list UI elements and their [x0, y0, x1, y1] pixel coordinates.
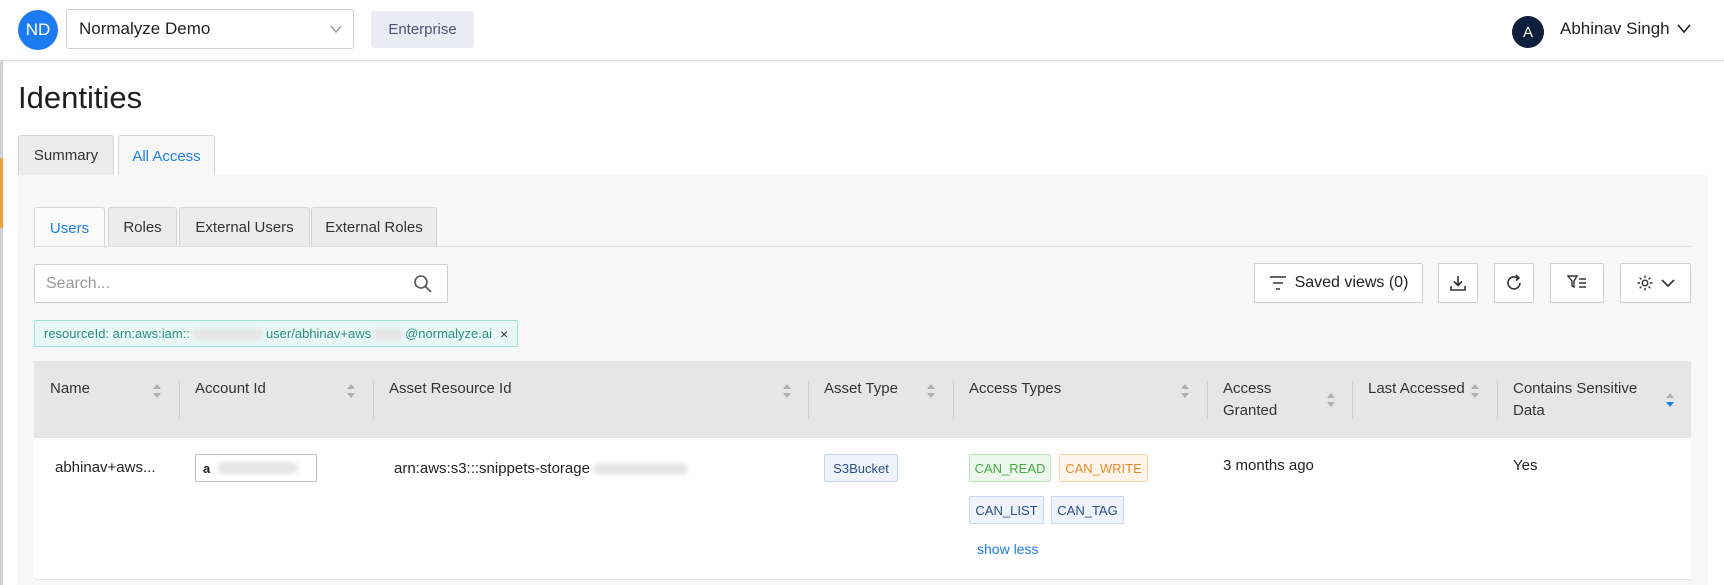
column-divider — [1352, 381, 1353, 419]
access-type-tag: CAN_READ — [969, 454, 1051, 482]
column-header-contains-sensitive-data[interactable]: Contains Sensitive Data — [1513, 378, 1637, 422]
left-accent — [0, 158, 3, 228]
search-icon[interactable] — [413, 274, 433, 294]
redacted-account-id — [218, 462, 299, 474]
column-header-access-granted[interactable]: Access Granted — [1223, 378, 1277, 422]
column-header-asset-resource-id[interactable]: Asset Resource Id — [389, 378, 512, 400]
chevron-down-icon — [330, 25, 342, 34]
column-header-last-accessed[interactable]: Last Accessed — [1368, 378, 1465, 400]
sort-icon[interactable] — [152, 383, 162, 399]
filter-options-button[interactable] — [1550, 263, 1604, 303]
sort-icon[interactable] — [1470, 383, 1480, 399]
sort-icon[interactable] — [926, 383, 936, 399]
amazon-logo-icon: a — [203, 460, 211, 476]
access-type-tag: CAN_TAG — [1051, 496, 1124, 524]
subtab-users[interactable]: Users — [34, 207, 105, 248]
subtab-external-users[interactable]: External Users — [179, 207, 310, 247]
column-divider — [373, 381, 374, 419]
remove-filter-button[interactable]: × — [500, 326, 508, 342]
table-body: abhinav+aws... a arn:aws:s3:::snippets-s… — [34, 438, 1691, 580]
column-header-account-id[interactable]: Account Id — [195, 378, 266, 400]
column-divider — [1497, 381, 1498, 419]
access-type-tag: CAN_WRITE — [1059, 454, 1148, 482]
redacted-text — [192, 327, 263, 340]
chevron-down-icon — [1660, 279, 1675, 288]
table-header: Name Account Id Asset Resource Id Asset … — [34, 361, 1691, 438]
cell-account-id[interactable]: a — [195, 454, 317, 482]
column-divider — [808, 381, 809, 419]
subtab-roles[interactable]: Roles — [108, 207, 177, 247]
column-divider — [179, 381, 180, 419]
cell-asset-resource-id[interactable]: arn:aws:s3:::snippets-storage — [394, 460, 688, 477]
cell-name[interactable]: abhinav+aws... — [55, 459, 155, 476]
search-box — [34, 264, 448, 303]
column-header-name[interactable]: Name — [50, 378, 90, 400]
gear-icon — [1637, 275, 1652, 291]
user-name[interactable]: Abhinav Singh — [1560, 19, 1670, 39]
saved-views-button[interactable]: Saved views (0) — [1254, 263, 1423, 303]
column-header-asset-type[interactable]: Asset Type — [824, 378, 898, 400]
subtab-divider — [34, 246, 1691, 247]
sort-icon[interactable] — [346, 383, 356, 399]
show-less-link[interactable]: show less — [977, 541, 1038, 557]
column-divider — [1207, 381, 1208, 419]
sort-icon[interactable] — [1326, 392, 1336, 408]
filter-chip-label-tail-1: user/abhinav+aws — [265, 326, 372, 341]
download-button[interactable] — [1438, 263, 1478, 303]
column-header-access-types[interactable]: Access Types — [969, 378, 1061, 400]
refresh-icon — [1507, 274, 1521, 290]
asset-type-tag: S3Bucket — [824, 454, 898, 482]
org-avatar[interactable]: ND — [18, 10, 58, 50]
filter-chip-label-tail-2: @normalyze.ai — [405, 326, 493, 341]
user-avatar[interactable]: A — [1512, 16, 1544, 48]
tab-all-access[interactable]: All Access — [118, 135, 215, 176]
column-divider — [953, 381, 954, 419]
sort-active-icon[interactable] — [1665, 392, 1675, 408]
page-title: Identities — [18, 80, 143, 115]
redacted-text — [592, 463, 688, 476]
user-menu-chevron-icon[interactable] — [1676, 21, 1692, 37]
search-input[interactable] — [35, 265, 395, 302]
refresh-button[interactable] — [1494, 263, 1534, 303]
filter-chip-label: resourceId: arn:aws:iam:: — [44, 326, 190, 341]
cell-contains-sensitive-data: Yes — [1513, 457, 1538, 474]
left-edge — [0, 61, 3, 585]
top-header: ND Normalyze Demo Enterprise A Abhinav S… — [0, 0, 1724, 61]
sort-icon[interactable] — [1180, 383, 1190, 399]
cell-access-granted: 3 months ago — [1223, 457, 1314, 474]
filter-list-icon — [1567, 275, 1586, 289]
org-name: Normalyze Demo — [79, 19, 211, 38]
subtab-external-roles[interactable]: External Roles — [311, 207, 437, 247]
tab-summary[interactable]: Summary — [18, 135, 114, 175]
plan-badge: Enterprise — [371, 11, 474, 48]
filter-lines-icon — [1269, 276, 1286, 290]
sort-icon[interactable] — [782, 383, 792, 399]
filter-chip-resource-id: resourceId: arn:aws:iam:: user/abhinav+a… — [34, 320, 519, 347]
redacted-text — [373, 327, 404, 340]
org-selector[interactable]: Normalyze Demo — [66, 9, 354, 49]
column-settings-button[interactable] — [1620, 263, 1691, 303]
access-type-tag: CAN_LIST — [969, 496, 1044, 524]
download-icon — [1450, 276, 1466, 291]
